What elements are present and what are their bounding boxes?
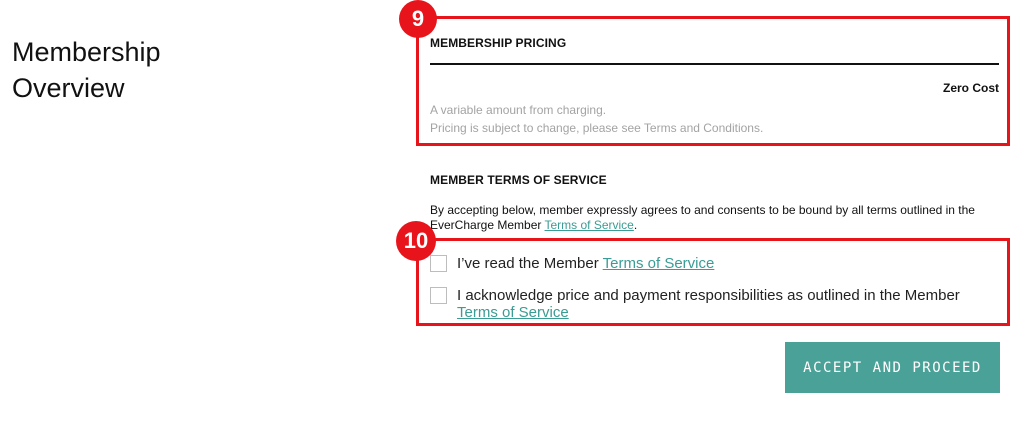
pricing-divider: [430, 63, 999, 65]
read-tos-label-text: I’ve read the Member: [457, 255, 603, 272]
acknowledge-label: I acknowledge price and payment responsi…: [457, 287, 997, 321]
annotation-badge-9: 9: [399, 0, 437, 38]
accept-and-proceed-button[interactable]: ACCEPT AND PROCEED: [785, 342, 1000, 393]
checkbox-row-acknowledge: I acknowledge price and payment responsi…: [430, 287, 997, 321]
pricing-note-variable: A variable amount from charging.: [430, 103, 607, 117]
acknowledge-checkbox[interactable]: [430, 287, 447, 304]
page-title: Membership Overview: [12, 37, 161, 103]
pricing-heading: MEMBERSHIP PRICING: [430, 36, 567, 50]
pricing-note-terms: Pricing is subject to change, please see…: [430, 121, 764, 135]
read-tos-link[interactable]: Terms of Service: [603, 255, 715, 272]
acknowledge-tos-link[interactable]: Terms of Service: [457, 304, 569, 321]
tos-link[interactable]: Terms of Service: [545, 218, 634, 232]
tos-paragraph-text: By accepting below, member expressly agr…: [430, 203, 975, 232]
tos-heading: MEMBER TERMS OF SERVICE: [430, 173, 607, 187]
read-tos-label: I’ve read the Member Terms of Service: [457, 255, 714, 272]
checkbox-row-read-tos: I’ve read the Member Terms of Service: [430, 255, 714, 272]
tos-paragraph-end: .: [633, 218, 638, 232]
price-value: Zero Cost: [942, 81, 999, 95]
read-tos-checkbox[interactable]: [430, 255, 447, 272]
acknowledge-label-text: I acknowledge price and payment responsi…: [457, 287, 960, 304]
tos-paragraph: By accepting below, member expressly agr…: [430, 203, 1005, 233]
